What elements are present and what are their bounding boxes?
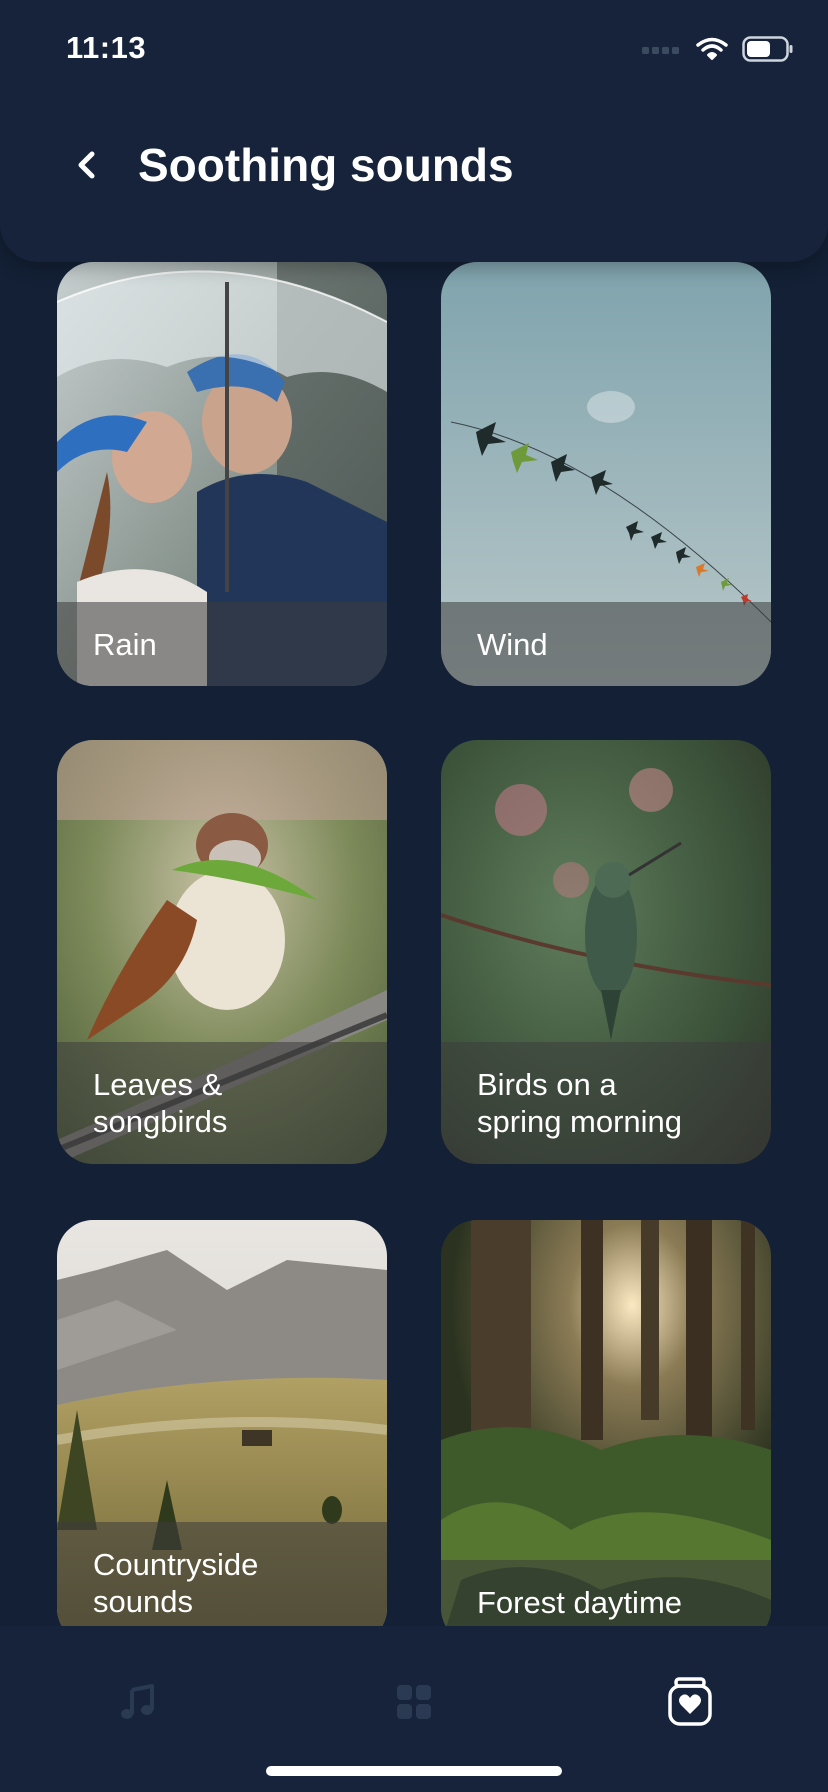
grid-icon — [397, 1685, 431, 1719]
chevron-left-icon — [78, 151, 95, 179]
sound-card-label: Leaves & songbirds — [57, 1042, 387, 1164]
page-title: Soothing sounds — [138, 139, 514, 191]
music-note-icon — [121, 1684, 154, 1719]
sound-card-label: Wind — [441, 602, 771, 686]
sound-card-forest-daytime[interactable]: Forest daytime — [441, 1220, 771, 1626]
sound-card-leaves-songbirds[interactable]: Leaves & songbirds — [57, 740, 387, 1164]
sound-card-countryside[interactable]: Countryside sounds — [57, 1220, 387, 1626]
battery-icon — [742, 36, 793, 62]
sound-card-label: Birds on a spring morning — [441, 1042, 771, 1164]
nav-music[interactable] — [108, 1672, 168, 1732]
heart-jar-icon — [668, 1677, 712, 1726]
status-time: 11:13 — [66, 30, 147, 65]
nav-favorites[interactable] — [660, 1672, 720, 1732]
sound-card-wind[interactable]: Wind — [441, 262, 771, 686]
sound-grid: Rain Wind Leaves & songbirds Birds on a … — [57, 262, 771, 1626]
signal-icon — [642, 47, 679, 54]
wifi-icon — [696, 37, 728, 60]
sound-card-label: Countryside sounds — [57, 1522, 387, 1626]
nav-explore[interactable] — [384, 1672, 444, 1732]
sound-card-birds-spring-morning[interactable]: Birds on a spring morning — [441, 740, 771, 1164]
sound-card-rain[interactable]: Rain — [57, 262, 387, 686]
back-button[interactable] — [62, 140, 112, 190]
sound-card-label: Forest daytime — [441, 1560, 771, 1626]
home-indicator — [266, 1766, 562, 1776]
status-bar: 11:13 — [0, 0, 828, 100]
sound-card-label: Rain — [57, 602, 387, 686]
status-icons — [642, 36, 794, 62]
